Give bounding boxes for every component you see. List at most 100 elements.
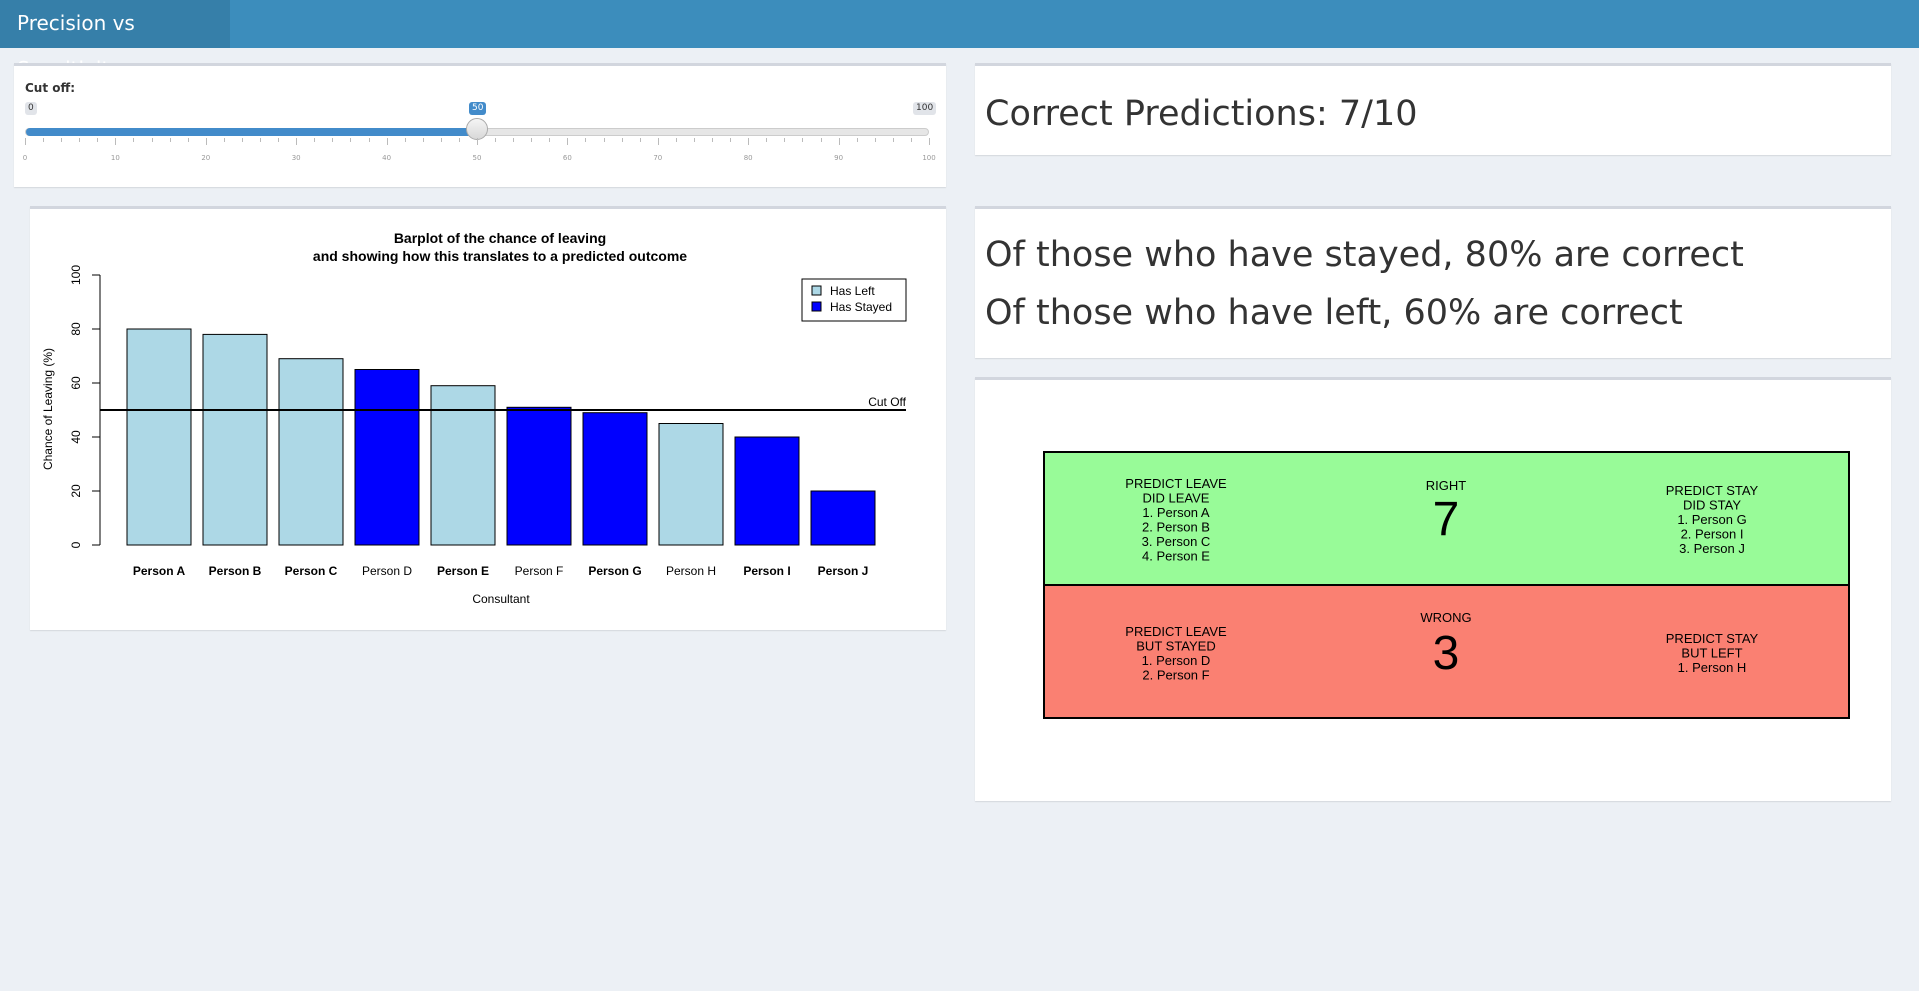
bar-person-c [278, 358, 344, 546]
app-title[interactable]: Precision vs Sensitivity [0, 0, 230, 81]
predict-stay-but-left-line: BUT LEFT [1681, 646, 1742, 661]
x-tick-label: Person B [209, 564, 262, 578]
slider-grid-label: 20 [201, 154, 211, 162]
slider-grid-tick [856, 138, 858, 142]
slider-grid-tick [115, 138, 117, 145]
slider-grid-tick [386, 138, 388, 145]
left-rate-text: Of those who have left, 60% are correct [985, 293, 1683, 333]
slider-grid-label: 50 [472, 154, 482, 162]
slider-grid-tick [730, 138, 732, 142]
slider-grid-tick [820, 138, 822, 142]
x-tick-label: Person J [818, 564, 869, 578]
x-tick-label: Person H [666, 564, 716, 578]
right-label: RIGHT [1426, 478, 1467, 493]
slider-grid-tick [838, 138, 840, 145]
slider-max-label: 100 [913, 102, 937, 115]
slider-grid-tick [296, 138, 298, 145]
predict-leave-did-leave-line: 2. Person B [1142, 520, 1210, 535]
predict-leave-but-stayed-line: PREDICT LEAVE [1125, 624, 1227, 639]
legend-label-has-left: Has Left [830, 284, 875, 298]
slider-grid-tick [332, 138, 334, 142]
slider-grid-label: 90 [834, 154, 844, 162]
slider-grid-tick [621, 138, 623, 142]
header-bar: Precision vs Sensitivity [0, 0, 1919, 81]
bar-person-h [658, 423, 724, 546]
slider-grid-label: 10 [110, 154, 120, 162]
cutoff-label: Cut off: [25, 81, 76, 95]
slider-grid-tick [766, 138, 768, 142]
slider-handle[interactable] [466, 118, 488, 140]
x-tick-label: Person G [588, 564, 641, 578]
correct-predictions-box: Correct Predictions: 7/10 [975, 63, 1891, 155]
slider-grid-tick [61, 138, 63, 142]
slider-grid-tick [712, 138, 714, 142]
predict-leave-did-leave-line: 3. Person C [1142, 534, 1211, 549]
slider-grid-tick [531, 138, 533, 142]
slider-grid-tick [639, 138, 641, 142]
slider-grid-tick [260, 138, 262, 142]
slider-grid-tick [513, 138, 515, 142]
confusion-matrix-box: PREDICT LEAVE DID LEAVE 1. Person A 2. Pers… [975, 377, 1891, 801]
y-tick-label: 0 [69, 541, 83, 548]
x-tick-label: Person C [285, 564, 338, 578]
slider-grid-label: 30 [291, 154, 301, 162]
slider-grid-tick [151, 138, 153, 142]
slider-grid-label: 40 [382, 154, 392, 162]
predict-stay-did-stay-line: DID STAY [1683, 498, 1741, 513]
cutoff-label: Cut Off [868, 395, 906, 409]
x-tick-label: Person F [515, 564, 564, 578]
predict-leave-did-leave-line: 4. Person E [1142, 549, 1210, 564]
slider-grid-tick [223, 138, 225, 142]
slider-grid-tick [603, 138, 605, 142]
legend-swatch-has-stayed [811, 301, 822, 312]
slider-grid-tick [422, 138, 424, 142]
y-tick-label: 60 [69, 376, 83, 390]
slider-grid-tick [477, 138, 478, 145]
slider-grid-tick [169, 138, 171, 142]
slider-min-label: 0 [25, 102, 37, 115]
slider-grid-tick [675, 138, 677, 142]
rates-box: Of those who have stayed, 80% are correc… [975, 206, 1891, 358]
legend-label-has-stayed: Has Stayed [830, 300, 892, 314]
slider-grid-tick [458, 138, 460, 142]
legend-swatch-has-left [811, 285, 822, 296]
slider-grid-tick [892, 138, 894, 142]
predict-stay-did-stay-line: 1. Person G [1677, 512, 1746, 527]
bar-person-j [810, 490, 876, 546]
bar-person-a [126, 328, 192, 546]
slider-grid-tick [910, 138, 912, 142]
predict-stay-but-left-line: PREDICT STAY [1666, 631, 1759, 646]
slider-grid-tick [549, 138, 551, 142]
predict-leave-did-leave-line: PREDICT LEAVE [1125, 476, 1227, 491]
wrong-count: 3 [1433, 627, 1460, 680]
slider-grid-tick [440, 138, 442, 142]
x-tick-label: Person D [362, 564, 412, 578]
y-tick-label: 20 [69, 484, 83, 498]
predict-stay-but-left-line: 1. Person H [1678, 660, 1747, 675]
bar-person-d [354, 369, 420, 546]
slider-grid: 0 10 20 30 40 50 60 70 80 90 100 [23, 138, 936, 162]
y-tick-label: 40 [69, 430, 83, 444]
x-tick-label: Person E [437, 564, 489, 578]
bar-person-i [734, 436, 800, 546]
slider-grid-tick [874, 138, 876, 142]
predict-stay-did-stay-line: 3. Person J [1679, 541, 1745, 556]
slider-grid-tick [585, 138, 587, 142]
predict-stay-did-stay-line: PREDICT STAY [1666, 483, 1759, 498]
slider-grid-tick [43, 138, 45, 142]
predict-leave-but-stayed-line: 2. Person F [1142, 668, 1209, 683]
slider-grid-label: 80 [743, 154, 753, 162]
slider-grid-tick [350, 138, 352, 142]
slider-value-label: 50 [469, 102, 487, 115]
x-axis-label: Consultant [472, 592, 530, 606]
wrong-label: WRONG [1420, 610, 1471, 625]
barplot-chart: Barplot of the chance of leaving and sho… [41, 230, 907, 606]
stayed-rate-text: Of those who have stayed, 80% are correc… [985, 235, 1744, 275]
slider-grid-tick [929, 138, 930, 145]
right-count: 7 [1433, 493, 1460, 546]
slider-grid-tick [278, 138, 280, 142]
slider-grid-tick [97, 138, 99, 142]
cutoff-slider-box: Cut off: 0 100 50 0 10 20 30 40 50 60 70 80 90 100 [14, 63, 946, 187]
y-axis-label: Chance of Leaving (%) [41, 348, 55, 470]
chart-title: Barplot of the chance of leaving [394, 230, 606, 246]
